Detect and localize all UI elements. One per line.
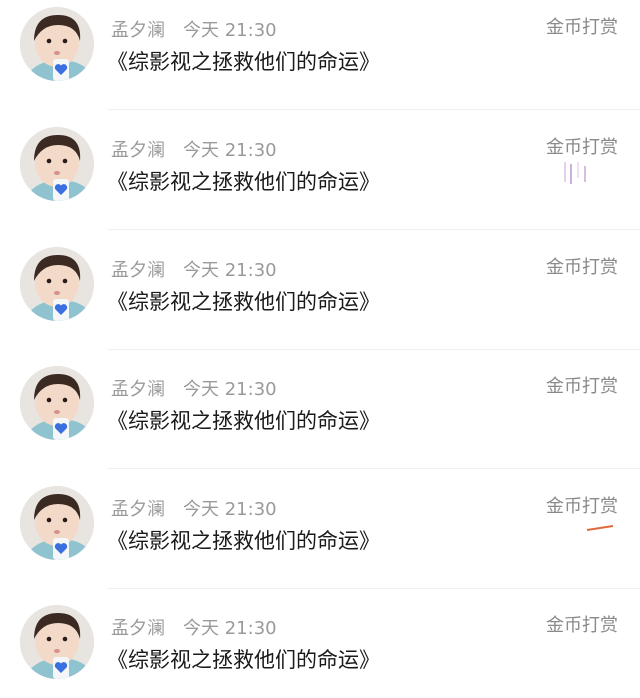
author-name[interactable]: 孟夕澜 xyxy=(111,379,165,400)
child-avatar-icon[interactable] xyxy=(20,247,94,321)
item-title[interactable]: 《综影视之拯救他们的命运》 xyxy=(107,287,380,317)
list-item[interactable]: 孟夕澜 今天 21:30 《综影视之拯救他们的命运》 金币打赏 xyxy=(0,598,640,698)
post-time: 今天 21:30 xyxy=(183,499,277,520)
divider xyxy=(107,109,640,110)
coin-reward-button[interactable]: 金币打赏 xyxy=(546,613,618,639)
child-avatar-icon[interactable] xyxy=(20,127,94,201)
divider xyxy=(107,349,640,350)
coin-reward-button[interactable]: 金币打赏 xyxy=(546,15,618,41)
divider xyxy=(107,468,640,469)
post-time: 今天 21:30 xyxy=(183,618,277,639)
child-avatar-icon[interactable] xyxy=(20,486,94,560)
item-meta: 孟夕澜 今天 21:30 xyxy=(111,377,277,403)
item-meta: 孟夕澜 今天 21:30 xyxy=(111,497,277,523)
post-time: 今天 21:30 xyxy=(183,20,277,41)
divider xyxy=(107,229,640,230)
child-avatar-icon[interactable] xyxy=(20,605,94,679)
list-item[interactable]: 孟夕澜 今天 21:30 《综影视之拯救他们的命运》 金币打赏 xyxy=(0,240,640,350)
item-title[interactable]: 《综影视之拯救他们的命运》 xyxy=(107,47,380,77)
list-item[interactable]: 孟夕澜 今天 21:30 《综影视之拯救他们的命运》 金币打赏 xyxy=(0,479,640,589)
author-name[interactable]: 孟夕澜 xyxy=(111,260,165,281)
post-time: 今天 21:30 xyxy=(183,379,277,400)
coin-reward-button[interactable]: 金币打赏 xyxy=(546,374,618,400)
item-meta: 孟夕澜 今天 21:30 xyxy=(111,258,277,284)
child-avatar-icon[interactable] xyxy=(20,366,94,440)
coin-reward-button[interactable]: 金币打赏 xyxy=(546,494,618,520)
post-time: 今天 21:30 xyxy=(183,140,277,161)
list-item[interactable]: 孟夕澜 今天 21:30 《综影视之拯救他们的命运》 金币打赏 xyxy=(0,120,640,230)
child-avatar-icon[interactable] xyxy=(20,7,94,81)
author-name[interactable]: 孟夕澜 xyxy=(111,618,165,639)
list-item[interactable]: 孟夕澜 今天 21:30 《综影视之拯救他们的命运》 金币打赏 xyxy=(0,359,640,469)
item-meta: 孟夕澜 今天 21:30 xyxy=(111,138,277,164)
item-title[interactable]: 《综影视之拯救他们的命运》 xyxy=(107,645,380,675)
item-title[interactable]: 《综影视之拯救他们的命运》 xyxy=(107,167,380,197)
item-meta: 孟夕澜 今天 21:30 xyxy=(111,616,277,642)
divider xyxy=(107,588,640,589)
item-meta: 孟夕澜 今天 21:30 xyxy=(111,18,277,44)
author-name[interactable]: 孟夕澜 xyxy=(111,140,165,161)
comment-list: 孟夕澜 今天 21:30 《综影视之拯救他们的命运》 金币打赏 孟夕澜 今天 21:… xyxy=(0,0,640,698)
coin-reward-button[interactable]: 金币打赏 xyxy=(546,135,618,161)
coin-reward-button[interactable]: 金币打赏 xyxy=(546,255,618,281)
author-name[interactable]: 孟夕澜 xyxy=(111,499,165,520)
post-time: 今天 21:30 xyxy=(183,260,277,281)
author-name[interactable]: 孟夕澜 xyxy=(111,20,165,41)
list-item[interactable]: 孟夕澜 今天 21:30 《综影视之拯救他们的命运》 金币打赏 xyxy=(0,0,640,110)
item-title[interactable]: 《综影视之拯救他们的命运》 xyxy=(107,526,380,556)
item-title[interactable]: 《综影视之拯救他们的命运》 xyxy=(107,406,380,436)
